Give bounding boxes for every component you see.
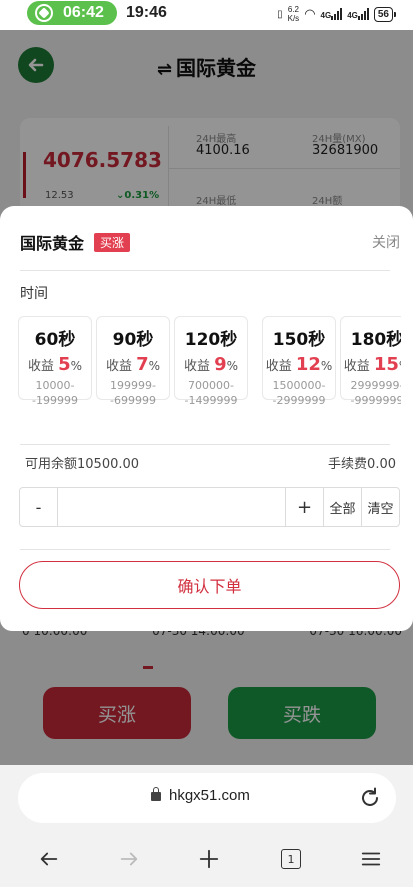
forward-nav[interactable] <box>117 847 141 871</box>
battery-icon: 56 <box>373 6 397 22</box>
order-sheet: 国际黄金 买涨 关闭 时间 60秒 收益 5% 10000- -199999 9… <box>0 206 413 631</box>
duration-option[interactable]: 90秒 收益 7% 199999- -699999 <box>96 316 170 404</box>
option-range: 1500000- -2999999 <box>272 379 326 404</box>
option-time: 150秒 <box>272 330 326 350</box>
call-timer: 06:42 <box>63 4 104 21</box>
divider <box>20 444 390 445</box>
lock-icon <box>151 787 161 801</box>
wifi-icon: ◠ <box>304 6 316 21</box>
option-profit: 收益 12% <box>265 354 333 375</box>
tabs-button[interactable]: 1 <box>279 847 303 871</box>
time-section-label: 时间 <box>20 286 48 302</box>
option-profit: 收益 7% <box>105 354 161 375</box>
duration-option[interactable]: 120秒 收益 9% 700000- -1499999 <box>174 316 248 404</box>
url-text: hkgx51.com <box>169 787 250 804</box>
increase-button[interactable]: + <box>285 488 323 526</box>
amount-input[interactable] <box>58 488 285 526</box>
available-balance: 可用余额10500.00 <box>25 457 140 472</box>
amount-stepper: - + 全部 清空 <box>19 487 400 527</box>
plus-icon <box>199 849 219 869</box>
sheet-header: 国际黄金 买涨 <box>20 230 131 254</box>
arrow-left-icon <box>40 852 58 866</box>
reload-icon[interactable] <box>358 786 382 810</box>
duration-option[interactable]: 150秒 收益 12% 1500000- -2999999 <box>262 316 336 404</box>
sheet-title: 国际黄金 <box>20 234 85 253</box>
address-bar[interactable]: hkgx51.com <box>18 773 396 823</box>
option-time: 90秒 <box>112 330 154 350</box>
option-profit: 收益 5% <box>27 354 83 375</box>
vibrate-icon: ▯ <box>277 8 283 20</box>
fee-text: 手续费0.00 <box>328 457 396 472</box>
option-profit: 收益 9% <box>183 354 239 375</box>
menu-icon <box>361 852 381 866</box>
option-time: 60秒 <box>34 330 76 350</box>
option-time: 120秒 <box>184 330 238 350</box>
phone-icon <box>35 4 53 22</box>
option-range: 2999999- -9999999 <box>350 379 401 404</box>
signal-icon-2: 4G <box>347 8 369 20</box>
browser-chrome: hkgx51.com 1 <box>0 765 413 887</box>
status-bar: 06:42 19:46 ▯ 6.2 K/s ◠ 4G 4G 56 <box>0 0 413 30</box>
option-range: 700000- -1499999 <box>184 379 238 404</box>
menu-button[interactable] <box>359 847 383 871</box>
status-icons: ▯ 6.2 K/s ◠ 4G 4G 56 <box>277 5 397 23</box>
signal-icon-1: 4G <box>321 8 343 20</box>
confirm-order-button[interactable]: 确认下单 <box>19 561 400 609</box>
option-range: 199999- -699999 <box>110 379 156 404</box>
tab-count-icon: 1 <box>281 849 301 869</box>
new-tab-button[interactable] <box>197 847 221 871</box>
direction-tag: 买涨 <box>94 232 131 252</box>
browser-nav: 1 <box>0 837 413 881</box>
all-button[interactable]: 全部 <box>323 488 361 526</box>
option-time: 180秒 <box>350 330 401 350</box>
back-nav[interactable] <box>37 847 61 871</box>
divider <box>20 270 390 271</box>
option-range: 10000- -199999 <box>32 379 78 404</box>
decrease-button[interactable]: - <box>20 488 58 526</box>
close-button[interactable]: 关闭 <box>372 232 400 252</box>
divider <box>20 549 390 550</box>
clear-button[interactable]: 清空 <box>361 488 399 526</box>
net-speed: 6.2 K/s <box>287 5 300 23</box>
duration-options: 60秒 收益 5% 10000- -199999 90秒 收益 7% 19999… <box>18 316 401 404</box>
status-clock: 19:46 <box>126 4 167 21</box>
arrow-right-icon <box>120 852 138 866</box>
ongoing-call-pill[interactable]: 06:42 <box>27 1 117 25</box>
duration-option[interactable]: 180秒 收益 15% 2999999- -9999999 <box>340 316 401 404</box>
option-profit: 收益 15% <box>343 354 401 375</box>
duration-option[interactable]: 60秒 收益 5% 10000- -199999 <box>18 316 92 404</box>
